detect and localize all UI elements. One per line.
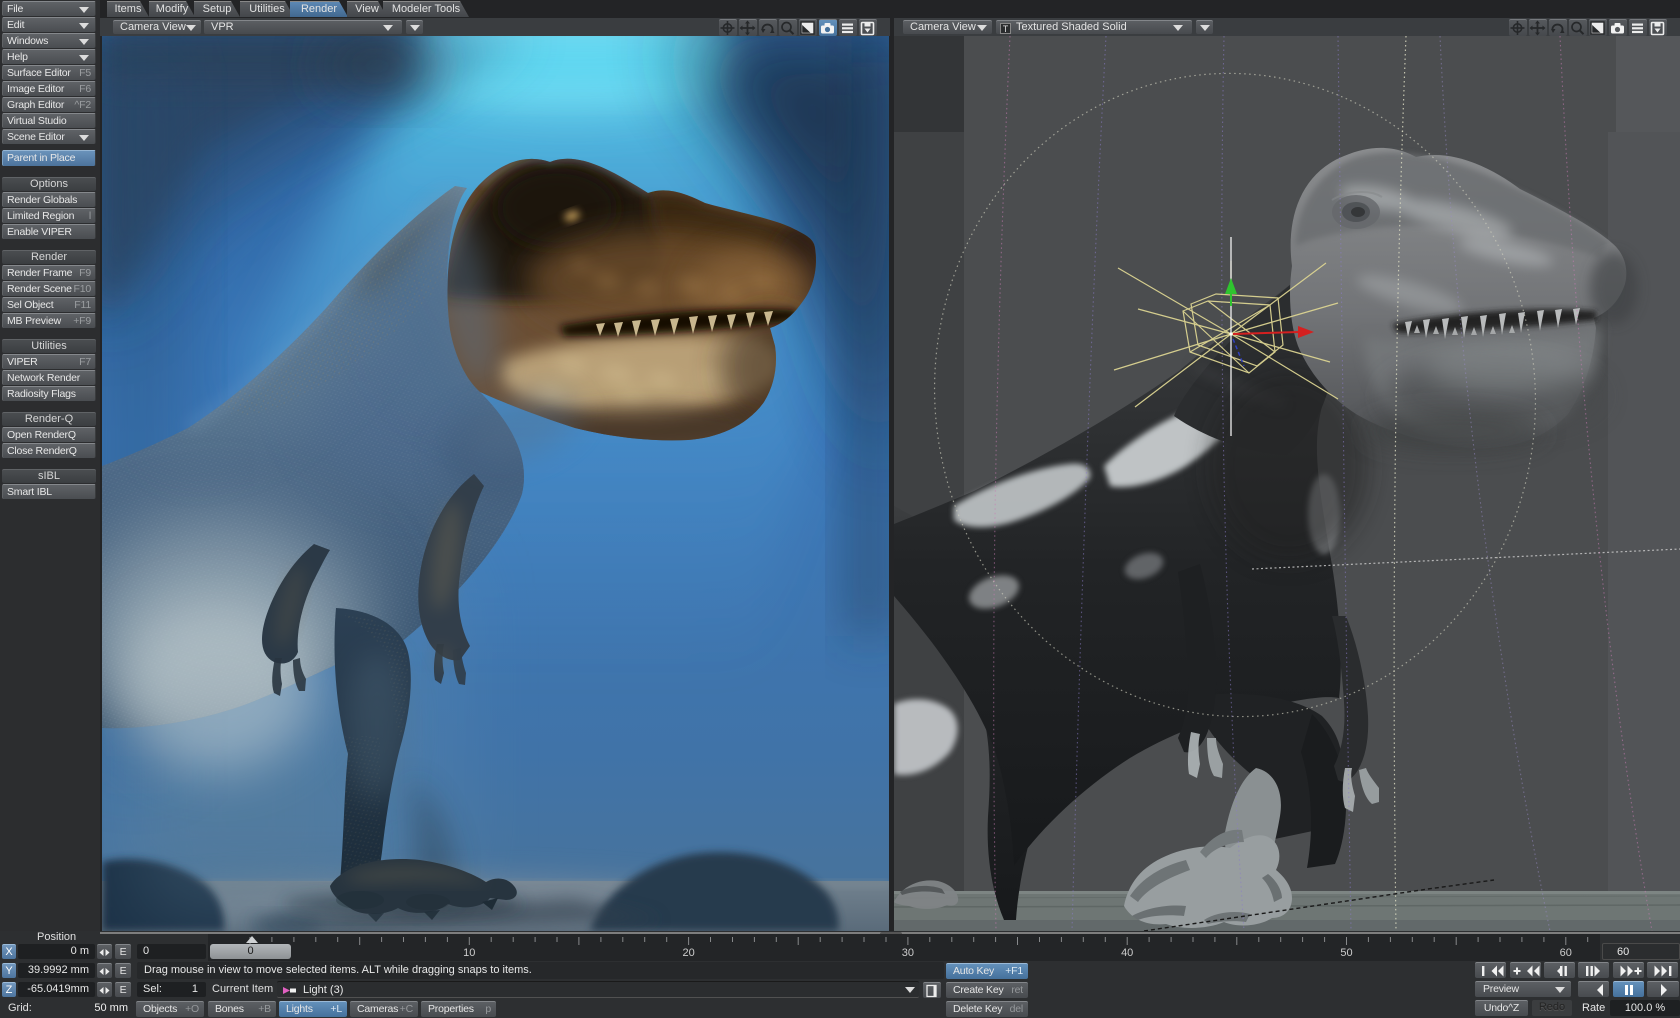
svg-text:40: 40 [1121,947,1133,959]
svg-text:30: 30 [902,947,914,959]
svg-text:10: 10 [463,947,475,959]
svg-text:50: 50 [1340,947,1352,959]
svg-text:60: 60 [1560,947,1572,959]
svg-text:20: 20 [682,947,694,959]
